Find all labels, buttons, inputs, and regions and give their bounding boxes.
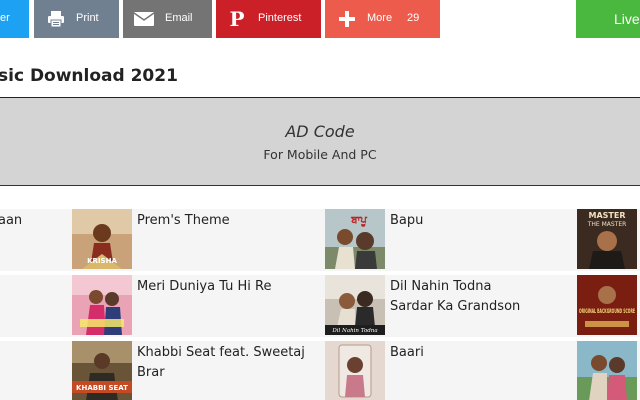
song-title-bapu[interactable]: Bapu: [390, 211, 423, 231]
email-share-label: Email: [165, 12, 193, 24]
twitter-share-button[interactable]: er: [0, 0, 29, 38]
pinterest-share-label: Pinterest: [258, 12, 302, 24]
more-share-button[interactable]: More 29: [325, 0, 440, 38]
album-art-master[interactable]: MASTER THE MASTER: [577, 209, 637, 269]
page-title: sic Download 2021: [0, 66, 178, 86]
ad-placeholder: AD Code For Mobile And PC: [0, 98, 640, 186]
prem-cover-text: KRISHA: [87, 257, 117, 265]
more-share-count: 29: [407, 12, 420, 24]
svg-text:P: P: [229, 9, 244, 29]
song-title-line: Sardar Ka Grandson: [390, 299, 521, 314]
printer-icon: [46, 9, 66, 32]
album-art-dil-nahin-todna[interactable]: Dil Nahin Todna: [325, 275, 385, 335]
master-cover-text: MASTER: [589, 211, 626, 220]
song-title-line: Khabbi Seat feat. Sweetaj: [137, 345, 305, 360]
origin-cover-text: ORIGINAL BACKGROUND SCORE: [579, 308, 635, 315]
live-label: Live: [614, 11, 640, 27]
envelope-icon: [133, 9, 155, 32]
pinterest-share-button[interactable]: P Pinterest: [216, 0, 321, 38]
album-art-prems-theme[interactable]: KRISHA: [72, 209, 132, 269]
print-share-label: Print: [76, 12, 99, 24]
ad-subtitle: For Mobile And PC: [263, 147, 377, 162]
album-art-meri-duniya[interactable]: [72, 275, 132, 335]
song-title-dil-nahin-todna[interactable]: Dil Nahin Todna Sardar Ka Grandson: [390, 277, 520, 317]
album-art-original-score[interactable]: ORIGINAL BACKGROUND SCORE: [577, 275, 637, 335]
song-title-baari[interactable]: Baari: [390, 343, 424, 363]
album-art-baari[interactable]: [325, 341, 385, 400]
plus-icon: [337, 9, 357, 32]
song-title-prems-theme[interactable]: Prem's Theme: [137, 211, 230, 231]
song-title-meri-duniya[interactable]: Meri Duniya Tu Hi Re: [137, 277, 272, 297]
dil-cover-text: Dil Nahin Todna: [331, 328, 377, 334]
album-art-bapu[interactable]: ਬਾਪੂ: [325, 209, 385, 269]
live-button[interactable]: Live: [576, 0, 640, 38]
khabbi-cover-text: KHABBI SEAT: [76, 384, 128, 392]
ad-title: AD Code: [285, 122, 355, 141]
song-title-line: Brar: [137, 365, 165, 380]
print-share-button[interactable]: Print: [34, 0, 119, 38]
album-art-khabbi-seat[interactable]: KHABBI SEAT: [72, 341, 132, 400]
album-art-song-couple[interactable]: [577, 341, 637, 400]
song-title-aan[interactable]: aan: [0, 211, 22, 231]
bapu-cover-text: ਬਾਪੂ: [350, 215, 367, 227]
twitter-share-label: er: [0, 12, 10, 24]
song-title-line: Dil Nahin Todna: [390, 279, 492, 294]
more-share-label: More: [367, 12, 393, 24]
email-share-button[interactable]: Email: [123, 0, 212, 38]
master-cover-subtext: THE MASTER: [587, 221, 627, 228]
pinterest-icon: P: [227, 7, 247, 32]
song-title-khabbi-seat[interactable]: Khabbi Seat feat. Sweetaj Brar: [137, 343, 305, 383]
